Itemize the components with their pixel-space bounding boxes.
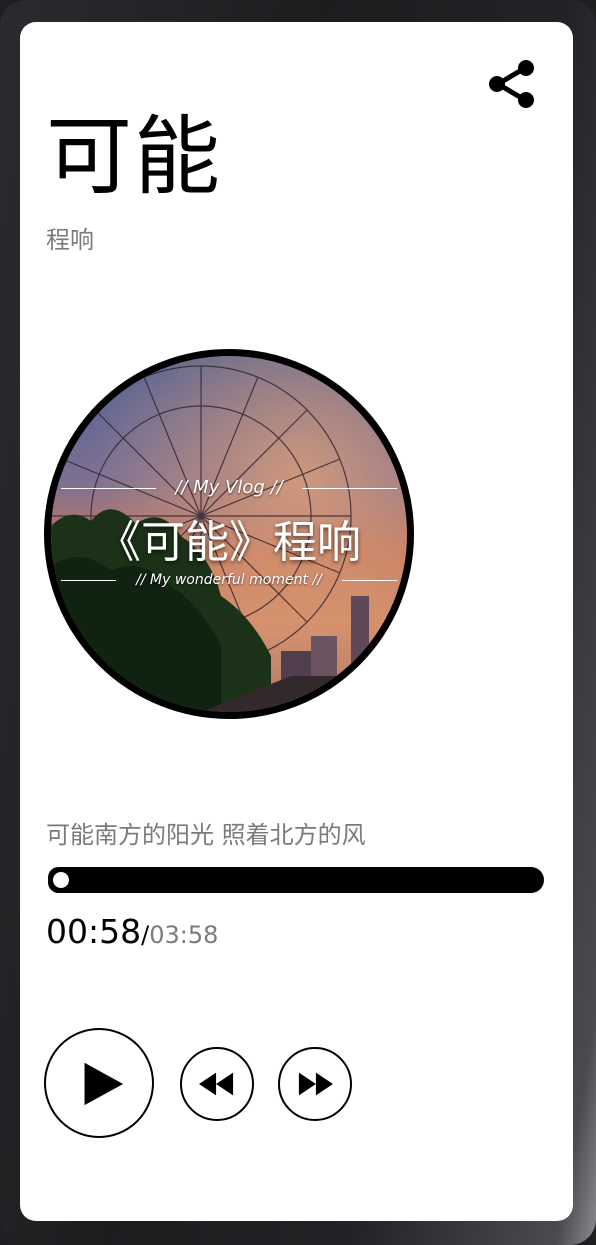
album-cover: // My Vlog // 《可能》程响 // My wonderful mom…	[44, 349, 414, 719]
total-time: 03:58	[149, 921, 219, 949]
share-button[interactable]	[486, 58, 538, 110]
share-icon	[489, 60, 534, 108]
time-separator: /	[141, 921, 150, 949]
current-time: 00:58	[46, 912, 142, 951]
cover-main-text: 《可能》程响	[97, 517, 361, 568]
progress-bar[interactable]	[48, 867, 544, 893]
progress-thumb[interactable]	[53, 872, 69, 888]
play-icon	[84, 1062, 124, 1106]
cover-overlay: // My Vlog // 《可能》程响 // My wonderful mom…	[51, 356, 407, 712]
play-button[interactable]	[44, 1028, 154, 1138]
rewind-icon	[199, 1072, 234, 1096]
song-title: 可能	[46, 107, 222, 207]
player-card: 可能 程响 // My Vlog // 《可能》程响 // My wonderf…	[20, 22, 573, 1221]
artist-name: 程响	[46, 226, 94, 254]
time-display: 00:58/03:58	[46, 912, 218, 951]
fast-forward-button[interactable]	[278, 1047, 352, 1121]
current-lyric: 可能南方的阳光 照着北方的风	[46, 821, 366, 849]
fast-forward-icon	[298, 1072, 333, 1096]
rewind-button[interactable]	[180, 1047, 254, 1121]
cover-moment-text: // My wonderful moment //	[51, 572, 407, 588]
cover-vlog-text: // My Vlog //	[51, 477, 407, 498]
